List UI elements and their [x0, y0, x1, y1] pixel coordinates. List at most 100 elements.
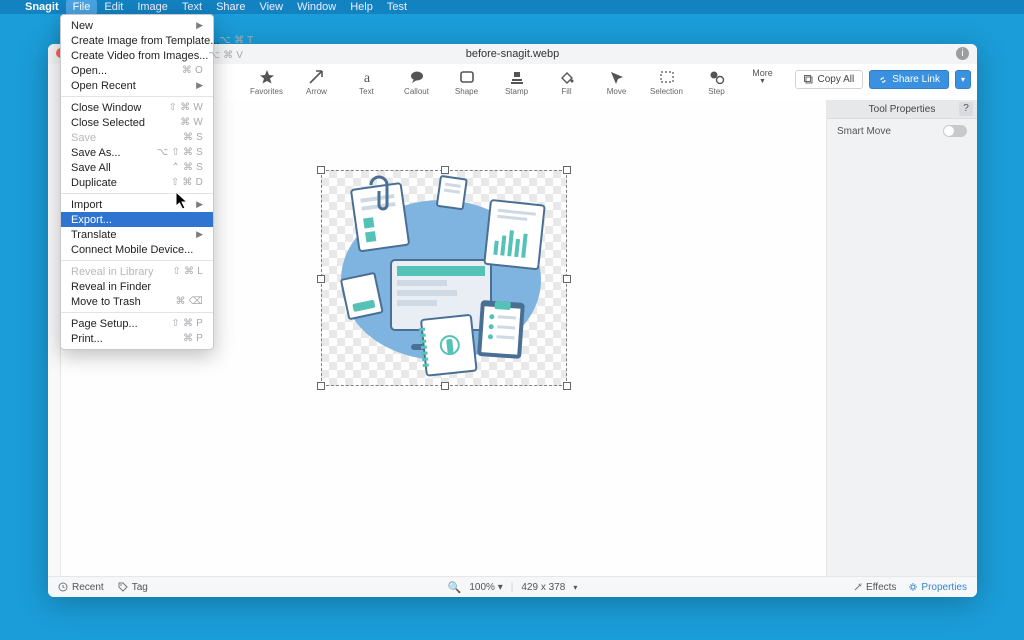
recent-button[interactable]: Recent [58, 582, 104, 593]
menu-item-connect-mobile-device[interactable]: Connect Mobile Device... [61, 242, 213, 257]
resize-handle-tr[interactable] [563, 166, 571, 174]
resize-handle-bm[interactable] [441, 382, 449, 390]
menu-item-close-selected[interactable]: Close Selected⌘ W [61, 115, 213, 130]
menu-item-save-as[interactable]: Save As...⌥ ⇧ ⌘ S [61, 145, 213, 160]
selection-border [321, 170, 567, 386]
menu-item-label: Save [71, 132, 96, 144]
menu-shortcut: ⇧ ⌘ P [171, 318, 203, 329]
share-link-button[interactable]: Share Link [869, 70, 949, 89]
properties-button[interactable]: Properties [908, 582, 967, 593]
menubar-test[interactable]: Test [380, 0, 414, 14]
effects-label: Effects [866, 582, 896, 593]
menu-item-translate[interactable]: Translate▶ [61, 227, 213, 242]
dims-dropdown-icon[interactable]: ▾ [573, 583, 577, 592]
menu-item-print[interactable]: Print... ⌘ P [61, 331, 213, 346]
menu-item-export[interactable]: Export... [61, 212, 213, 227]
menu-item-label: New [71, 20, 93, 32]
tool-callout[interactable]: Callout [399, 69, 435, 96]
submenu-arrow-icon: ▶ [196, 229, 203, 240]
menu-item-open[interactable]: Open...⌘ O [61, 63, 213, 78]
menubar-help[interactable]: Help [343, 0, 380, 14]
zoom-level[interactable]: 100% ▾ [469, 582, 502, 593]
menu-item-reveal-in-library: Reveal in Library⇧ ⌘ L [61, 264, 213, 279]
menubar-window[interactable]: Window [290, 0, 343, 14]
file-menu-dropdown: New▶Create Image from Template...⌥ ⌘ TCr… [60, 14, 214, 350]
menu-item-label: Page Setup... [71, 318, 138, 330]
menu-item-create-video-from-images[interactable]: Create Video from Images...⌥ ⌘ V [61, 48, 213, 63]
menubar-text[interactable]: Text [175, 0, 209, 14]
tool-step[interactable]: Step [699, 69, 735, 96]
effects-button[interactable]: Effects [853, 582, 896, 593]
menu-item-label: Duplicate [71, 177, 117, 189]
menu-item-create-image-from-template[interactable]: Create Image from Template...⌥ ⌘ T [61, 33, 213, 48]
share-dropdown-button[interactable]: ▾ [955, 70, 971, 89]
menu-item-label: Create Video from Images... [71, 50, 208, 62]
menubar-file[interactable]: File [66, 0, 98, 14]
tool-favorites[interactable]: Favorites [249, 69, 285, 96]
tool-arrow[interactable]: Arrow [299, 69, 335, 96]
menu-item-label: Create Image from Template... [71, 35, 219, 47]
menu-item-reveal-in-finder[interactable]: Reveal in Finder [61, 279, 213, 294]
move-icon [608, 69, 626, 85]
resize-handle-ml[interactable] [317, 275, 325, 283]
search-zoom-icon[interactable]: 🔍 [448, 581, 462, 594]
star-icon [258, 69, 276, 85]
menubar-app[interactable]: Snagit [18, 0, 66, 14]
gear-icon [908, 582, 918, 592]
tag-button[interactable]: Tag [118, 582, 148, 593]
menu-item-new[interactable]: New▶ [61, 18, 213, 33]
help-icon[interactable]: ? [959, 102, 973, 116]
tool-label: Callout [404, 87, 429, 96]
menu-item-save-all[interactable]: Save All ⌃ ⌘ S [61, 160, 213, 175]
menu-item-label: Save All [71, 162, 111, 174]
tool-stamp[interactable]: Stamp [499, 69, 535, 96]
properties-header: Tool Properties ? [827, 100, 977, 119]
menu-item-label: Print... [71, 333, 103, 345]
smart-move-toggle[interactable] [943, 125, 967, 137]
copy-all-button[interactable]: Copy All [795, 70, 864, 89]
arrow-icon [308, 69, 326, 85]
menubar-image[interactable]: Image [130, 0, 175, 14]
menu-item-label: Save As... [71, 147, 121, 159]
resize-handle-tl[interactable] [317, 166, 325, 174]
info-icon[interactable]: i [956, 47, 969, 60]
menu-item-open-recent[interactable]: Open Recent▶ [61, 78, 213, 93]
tool-label: Favorites [250, 87, 283, 96]
tool-move[interactable]: Move [599, 69, 635, 96]
link-icon [878, 75, 888, 85]
menu-item-move-to-trash[interactable]: Move to Trash⌘ ⌫ [61, 294, 213, 309]
menu-shortcut: ⇧ ⌘ W [169, 102, 203, 113]
menu-shortcut: ⌃ ⌘ S [171, 162, 203, 173]
callout-icon [408, 69, 426, 85]
menu-item-label: Connect Mobile Device... [71, 244, 193, 256]
selected-image[interactable] [321, 170, 567, 386]
menu-item-save: Save⌘ S [61, 130, 213, 145]
tool-shape[interactable]: Shape [449, 69, 485, 96]
menu-item-page-setup[interactable]: Page Setup... ⇧ ⌘ P [61, 316, 213, 331]
tool-label: Move [607, 87, 627, 96]
tool-selection[interactable]: Selection [649, 69, 685, 96]
selection-icon [658, 69, 676, 85]
menu-shortcut: ⇧ ⌘ D [171, 177, 203, 188]
submenu-arrow-icon: ▶ [196, 80, 203, 91]
tool-text[interactable]: aText [349, 69, 385, 96]
resize-handle-mr[interactable] [563, 275, 571, 283]
menu-shortcut: ⌥ ⌘ T [219, 35, 253, 46]
copy-icon [804, 75, 814, 85]
tool-fill[interactable]: Fill [549, 69, 585, 96]
menu-item-label: Reveal in Library [71, 266, 154, 278]
menubar-view[interactable]: View [252, 0, 290, 14]
resize-handle-tm[interactable] [441, 166, 449, 174]
resize-handle-br[interactable] [563, 382, 571, 390]
menubar-edit[interactable]: Edit [97, 0, 130, 14]
tool-more[interactable]: More▼ [749, 69, 777, 85]
menu-item-close-window[interactable]: Close Window⇧ ⌘ W [61, 100, 213, 115]
menu-item-duplicate[interactable]: Duplicate ⇧ ⌘ D [61, 175, 213, 190]
smart-move-row: Smart Move [827, 119, 977, 143]
menubar-share[interactable]: Share [209, 0, 252, 14]
menu-shortcut: ⌘ P [183, 333, 203, 344]
resize-handle-bl[interactable] [317, 382, 325, 390]
stamp-icon [508, 69, 526, 85]
menu-item-import[interactable]: Import▶ [61, 197, 213, 212]
menu-item-label: Move to Trash [71, 296, 141, 308]
